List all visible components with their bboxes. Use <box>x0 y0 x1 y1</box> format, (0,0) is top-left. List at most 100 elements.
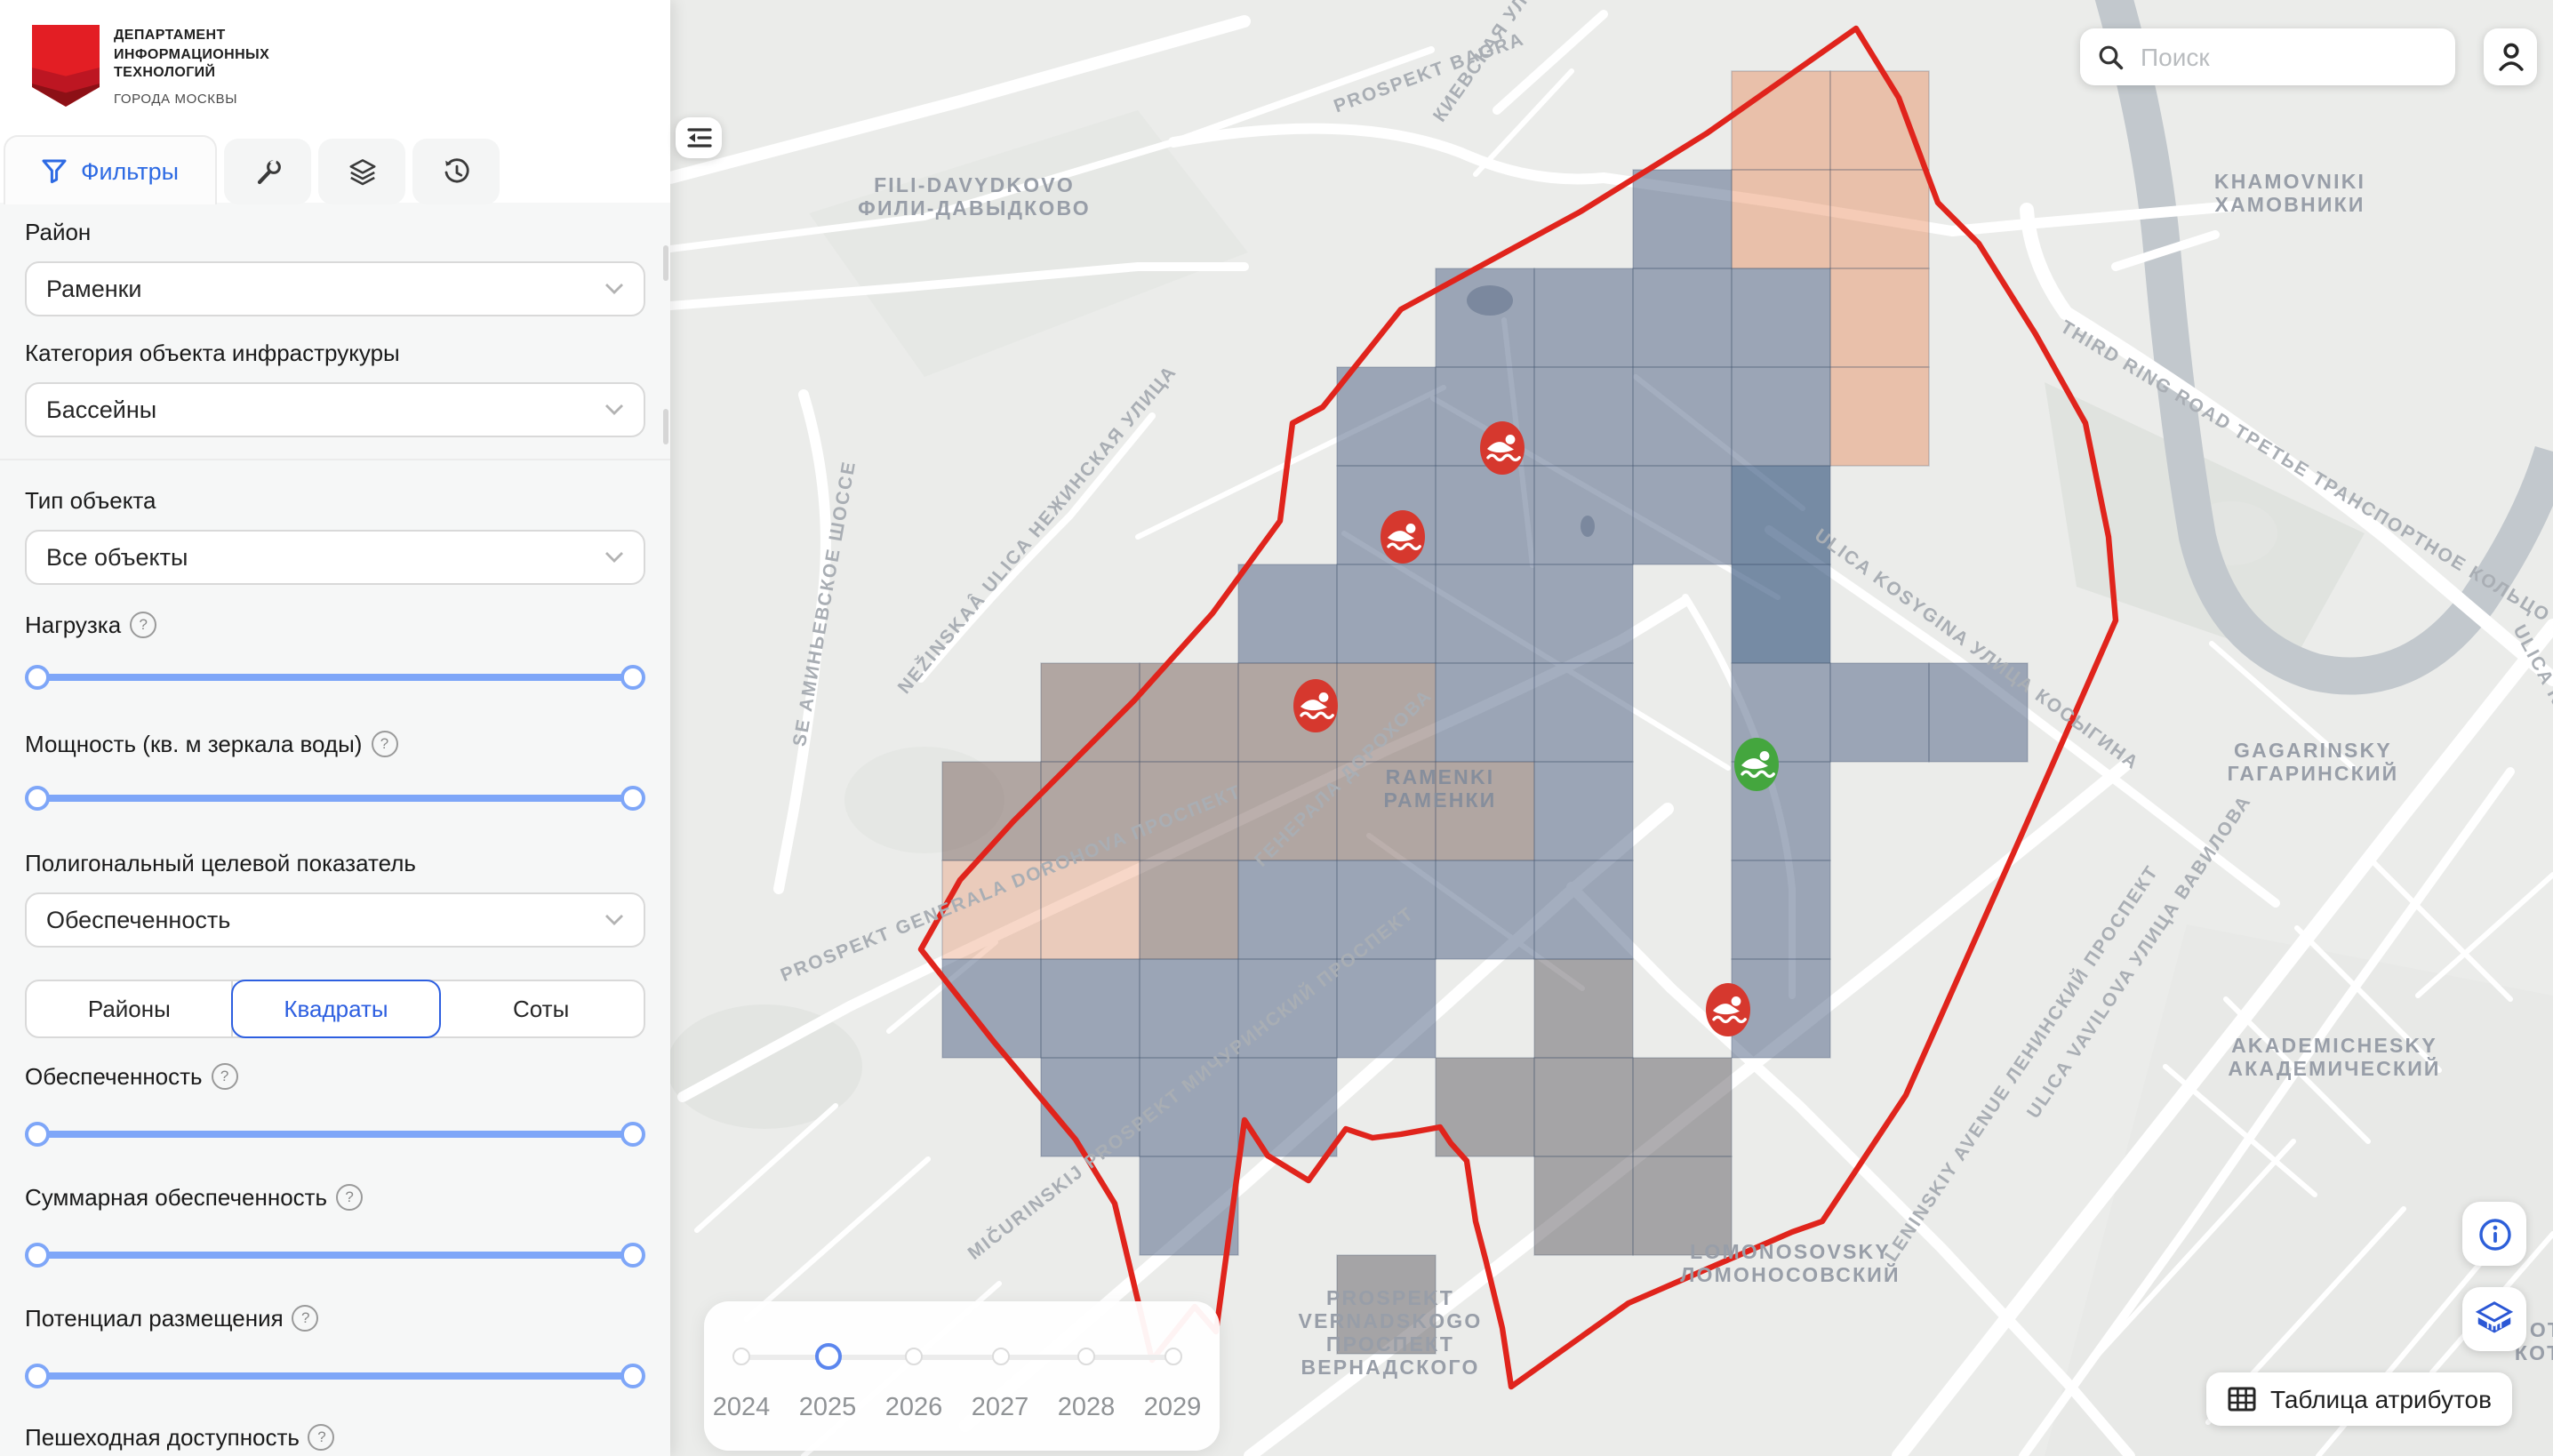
grid-cell[interactable] <box>1732 466 1830 564</box>
potential-slider[interactable] <box>25 1364 645 1388</box>
search-bar[interactable] <box>2080 28 2455 85</box>
sidebar-scrollbar[interactable] <box>663 245 668 281</box>
timeline-year[interactable]: 2029 <box>1144 1394 1202 1422</box>
grid-cell[interactable] <box>1830 71 1929 170</box>
mode-hexes-button[interactable]: Соты <box>438 981 644 1036</box>
grid-cell[interactable] <box>1436 663 1534 762</box>
grid-cell[interactable] <box>1732 367 1830 466</box>
slider-handle-min[interactable] <box>25 665 50 690</box>
grid-cell[interactable] <box>1436 466 1534 564</box>
grid-cell[interactable] <box>1534 762 1633 860</box>
grid-cell[interactable] <box>1534 663 1633 762</box>
grid-cell[interactable] <box>1830 170 1929 268</box>
help-icon[interactable]: ? <box>336 1184 363 1211</box>
total-provision-slider[interactable] <box>25 1243 645 1268</box>
grid-cell[interactable] <box>1534 959 1633 1058</box>
timeline-year[interactable]: 2025 <box>799 1394 857 1422</box>
attribute-table-button[interactable]: Таблица атрибутов <box>2206 1372 2513 1426</box>
info-button[interactable] <box>2462 1202 2526 1266</box>
grid-cell[interactable] <box>1830 367 1929 466</box>
timeline-year[interactable]: 2028 <box>1058 1394 1116 1422</box>
tab-filters[interactable]: Фильтры <box>4 135 217 204</box>
grid-cell[interactable] <box>1337 367 1436 466</box>
slider-handle-max[interactable] <box>620 1364 645 1388</box>
slider-handle-max[interactable] <box>620 1243 645 1268</box>
timeline-year[interactable]: 2024 <box>713 1394 771 1422</box>
timeline-dot-2024[interactable] <box>732 1348 750 1365</box>
slider-handle-max[interactable] <box>620 1122 645 1147</box>
provision-slider[interactable] <box>25 1122 645 1147</box>
slider-handle-min[interactable] <box>25 1364 50 1388</box>
grid-cell[interactable] <box>1633 1058 1732 1156</box>
help-icon[interactable]: ? <box>292 1305 319 1332</box>
slider-handle-min[interactable] <box>25 1243 50 1268</box>
grid-cell[interactable] <box>1140 959 1238 1058</box>
sidebar-scrollbar[interactable] <box>663 409 668 444</box>
grid-cell[interactable] <box>1436 860 1534 959</box>
grid-cell[interactable] <box>1633 170 1732 268</box>
grid-cell[interactable] <box>1534 268 1633 367</box>
grid-cell[interactable] <box>1830 663 1929 762</box>
tab-layers[interactable] <box>318 139 405 204</box>
mode-districts-button[interactable]: Районы <box>27 981 234 1036</box>
help-icon[interactable]: ? <box>212 1063 238 1090</box>
capacity-slider[interactable] <box>25 786 645 811</box>
tab-history[interactable] <box>412 139 500 204</box>
profile-button[interactable] <box>2484 28 2537 85</box>
grid-cell[interactable] <box>1732 71 1830 170</box>
pool-marker-red[interactable] <box>1381 510 1425 564</box>
grid-cell[interactable] <box>1337 959 1436 1058</box>
polygonal-select[interactable]: Обеспеченность <box>25 892 645 948</box>
pool-marker-green[interactable] <box>1734 738 1779 791</box>
help-icon[interactable]: ? <box>130 612 156 638</box>
timeline-dot-2025[interactable] <box>814 1343 841 1370</box>
grid-cell[interactable] <box>1830 268 1929 367</box>
timeline-year[interactable]: 2026 <box>885 1394 943 1422</box>
grid-cell[interactable] <box>1140 1156 1238 1255</box>
grid-cell[interactable] <box>1534 367 1633 466</box>
object-type-select[interactable]: Все объекты <box>25 530 645 585</box>
load-slider[interactable] <box>25 665 645 690</box>
tab-tools[interactable] <box>224 139 311 204</box>
grid-cell[interactable] <box>1238 1058 1337 1156</box>
pool-marker-red[interactable] <box>1480 421 1525 475</box>
slider-handle-min[interactable] <box>25 786 50 811</box>
grid-cell[interactable] <box>1534 466 1633 564</box>
grid-cell[interactable] <box>1534 1156 1633 1255</box>
grid-cell[interactable] <box>1633 466 1732 564</box>
help-icon[interactable]: ? <box>308 1424 335 1451</box>
grid-cell[interactable] <box>1633 367 1732 466</box>
grid-cell[interactable] <box>1534 860 1633 959</box>
timeline-dot-2027[interactable] <box>991 1348 1009 1365</box>
search-input[interactable] <box>2137 41 2429 73</box>
grid-cell[interactable] <box>1337 564 1436 663</box>
timeline-year[interactable]: 2027 <box>972 1394 1029 1422</box>
grid-cell[interactable] <box>1633 268 1732 367</box>
pool-marker-red[interactable] <box>1706 983 1750 1036</box>
grid-cell[interactable] <box>1732 170 1830 268</box>
grid-cell[interactable] <box>1238 860 1337 959</box>
timeline-dot-2029[interactable] <box>1164 1348 1181 1365</box>
slider-handle-min[interactable] <box>25 1122 50 1147</box>
grid-cell[interactable] <box>1436 564 1534 663</box>
grid-cell[interactable] <box>1041 959 1140 1058</box>
timeline-dot-2028[interactable] <box>1077 1348 1095 1365</box>
help-icon[interactable]: ? <box>371 731 397 757</box>
slider-handle-max[interactable] <box>620 665 645 690</box>
district-select[interactable]: Раменки <box>25 261 645 316</box>
grid-cell[interactable] <box>1534 564 1633 663</box>
grid-cell[interactable] <box>1732 860 1830 959</box>
grid-cell[interactable] <box>1238 564 1337 663</box>
grid-cell[interactable] <box>1732 564 1830 663</box>
timeline-dot-2026[interactable] <box>905 1348 923 1365</box>
pool-marker-red[interactable] <box>1293 679 1338 732</box>
timeline-track[interactable] <box>741 1355 1173 1359</box>
category-select[interactable]: Бассейны <box>25 382 645 437</box>
slider-handle-max[interactable] <box>620 786 645 811</box>
mode-squares-button[interactable]: Квадраты <box>232 980 441 1038</box>
grid-cell[interactable] <box>1534 1058 1633 1156</box>
collapse-sidebar-button[interactable] <box>676 117 722 158</box>
grid-cell[interactable] <box>1732 268 1830 367</box>
map-layers-button[interactable] <box>2462 1287 2526 1351</box>
grid-cell[interactable] <box>1140 860 1238 959</box>
